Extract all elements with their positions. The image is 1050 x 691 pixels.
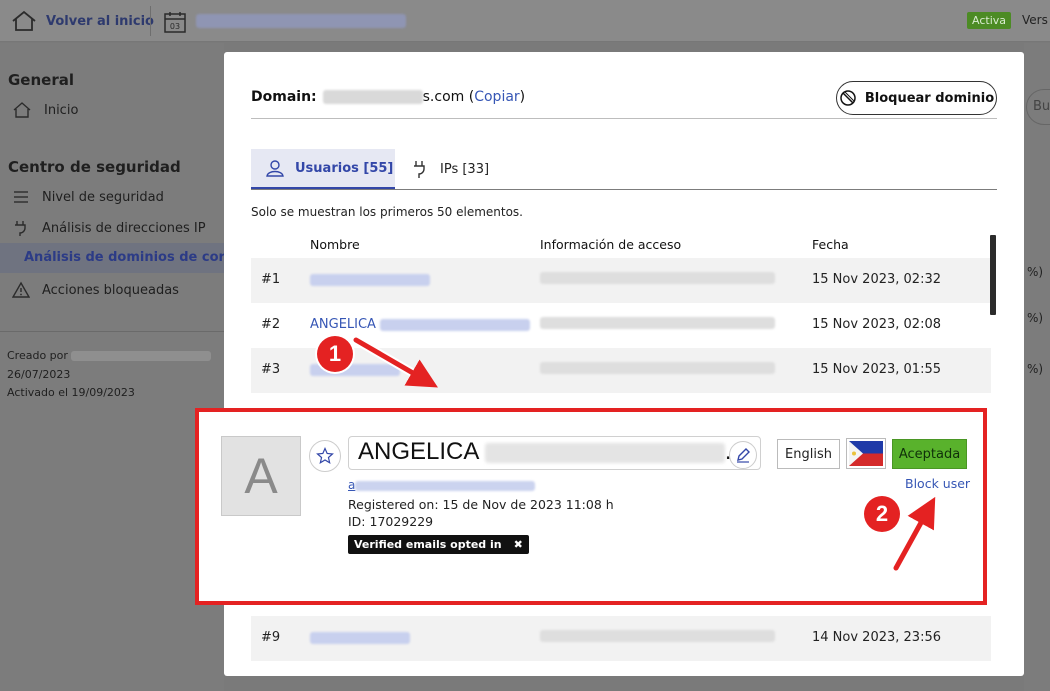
- tab-label: Usuarios [55]: [295, 160, 394, 176]
- sidebar-item-label: Nivel de seguridad: [42, 189, 164, 205]
- sidebar-item-label: Análisis de direcciones IP: [42, 220, 206, 236]
- registered-date: Registered on: 15 de Nov de 2023 11:08 h: [348, 497, 614, 512]
- redacted-event-title: [196, 14, 406, 28]
- pencil-icon: [737, 448, 750, 463]
- table-scrollbar[interactable]: [990, 235, 996, 315]
- domain-label: Domain:: [251, 89, 317, 105]
- table-row[interactable]: #3 15 Nov 2023, 01:55: [251, 348, 991, 393]
- sidebar-item-label: Inicio: [44, 102, 79, 118]
- sidebar-item-domain-analysis[interactable]: Análisis de dominios de corre: [0, 243, 240, 273]
- row-index: #2: [261, 317, 281, 332]
- user-email-link[interactable]: a: [348, 478, 536, 492]
- table-row[interactable]: #2 ANGELICA 15 Nov 2023, 02:08: [251, 303, 991, 348]
- sidebar-item-inicio[interactable]: Inicio: [12, 101, 78, 119]
- row-index: #9: [261, 630, 281, 645]
- block-domain-button[interactable]: Bloquear dominio: [836, 81, 997, 115]
- table-header: Nombre Información de acceso Fecha: [251, 235, 991, 257]
- created-by: Creado por: [7, 349, 212, 362]
- flag-icon: [849, 441, 883, 466]
- background-percent: %): [1027, 362, 1044, 376]
- warning-icon: [12, 281, 30, 298]
- plug-icon: [15, 221, 26, 236]
- column-header-name: Nombre: [310, 237, 360, 252]
- copy-link[interactable]: Copiar: [474, 89, 519, 105]
- row-index: #3: [261, 362, 281, 377]
- redacted-email: [540, 362, 775, 378]
- star-icon: [316, 447, 334, 464]
- domain-suffix: s.com: [422, 89, 465, 105]
- list-icon: [14, 191, 28, 203]
- background-percent: %): [1027, 311, 1044, 325]
- sidebar-item-label: Acciones bloqueadas: [42, 282, 179, 298]
- home-label: Volver al inicio: [46, 13, 154, 29]
- row-date: 14 Nov 2023, 23:56: [812, 630, 941, 645]
- user-name-link[interactable]: [310, 272, 430, 287]
- table-row[interactable]: #1 15 Nov 2023, 02:32: [251, 258, 991, 303]
- edit-name-button[interactable]: [729, 441, 757, 469]
- list-note: Solo se muestran los primeros 50 element…: [251, 205, 523, 219]
- activated-date: Activado el 19/09/2023: [7, 386, 135, 399]
- status-accepted-button[interactable]: Aceptada: [892, 439, 967, 469]
- redacted-domain: [322, 90, 423, 104]
- calendar-icon[interactable]: 03: [163, 10, 187, 34]
- user-name-link[interactable]: [310, 630, 410, 645]
- divider: [0, 331, 224, 332]
- top-bar: Volver al inicio 03 Activa Vers: [0, 0, 1050, 42]
- row-date: 15 Nov 2023, 01:55: [812, 362, 941, 377]
- sidebar-item-ip-analysis[interactable]: Análisis de direcciones IP: [12, 219, 206, 237]
- tab-users[interactable]: Usuarios [55]: [251, 149, 395, 189]
- language-button[interactable]: English: [777, 439, 840, 469]
- plug-icon: [414, 161, 425, 178]
- sidebar-heading-security: Centro de seguridad: [8, 158, 181, 176]
- avatar: A: [221, 436, 301, 516]
- row-date: 15 Nov 2023, 02:32: [812, 272, 941, 287]
- status-badge: Activa: [967, 12, 1011, 29]
- user-id: ID: 17029229: [348, 514, 434, 529]
- tab-label: IPs [33]: [440, 161, 490, 177]
- redacted-email: [540, 272, 775, 288]
- close-icon[interactable]: ✖: [514, 538, 523, 551]
- block-user-link[interactable]: Block user: [905, 476, 970, 491]
- row-index: #1: [261, 272, 281, 287]
- redacted-email: [540, 630, 775, 646]
- step-badge-2: 2: [864, 496, 900, 532]
- verified-emails-chip: Verified emails opted in ✖: [348, 535, 529, 554]
- created-date: 26/07/2023: [7, 368, 71, 381]
- version-label: Vers: [1022, 13, 1048, 27]
- home-icon: [12, 10, 36, 31]
- tab-bar: Usuarios [55] IPs [33]: [251, 149, 997, 190]
- divider: [251, 118, 997, 119]
- home-button[interactable]: Volver al inicio: [10, 9, 154, 33]
- column-header-access: Información de acceso: [540, 237, 682, 252]
- favorite-button[interactable]: [309, 440, 341, 472]
- row-date: 15 Nov 2023, 02:08: [812, 317, 941, 332]
- svg-text:03: 03: [170, 22, 180, 31]
- sidebar-heading-general: General: [8, 71, 74, 89]
- user-name-link[interactable]: ANGELICA: [310, 317, 531, 332]
- sidebar-item-blocked-actions[interactable]: Acciones bloqueadas: [12, 281, 179, 299]
- block-icon: [840, 90, 856, 106]
- step-badge-1: 1: [317, 336, 353, 372]
- sidebar-item-label: Análisis de dominios de corre: [24, 250, 241, 265]
- table-row[interactable]: #9 14 Nov 2023, 23:56: [251, 616, 991, 661]
- redacted-email: [540, 317, 775, 333]
- home-icon: [13, 102, 31, 118]
- user-icon: [266, 160, 284, 177]
- tab-ips[interactable]: IPs [33]: [410, 149, 489, 189]
- country-flag-button[interactable]: [846, 438, 886, 469]
- sidebar: General Inicio Centro de seguridad Nivel…: [0, 43, 240, 691]
- column-header-date: Fecha: [812, 237, 849, 252]
- block-domain-label: Bloquear dominio: [864, 90, 995, 106]
- background-percent: %): [1027, 265, 1044, 279]
- divider: [150, 6, 151, 36]
- user-name-field[interactable]: ANGELICA ...: [348, 436, 761, 470]
- domain-header: Domain: s.com (Copiar): [251, 89, 526, 105]
- sidebar-item-security-level[interactable]: Nivel de seguridad: [12, 188, 164, 206]
